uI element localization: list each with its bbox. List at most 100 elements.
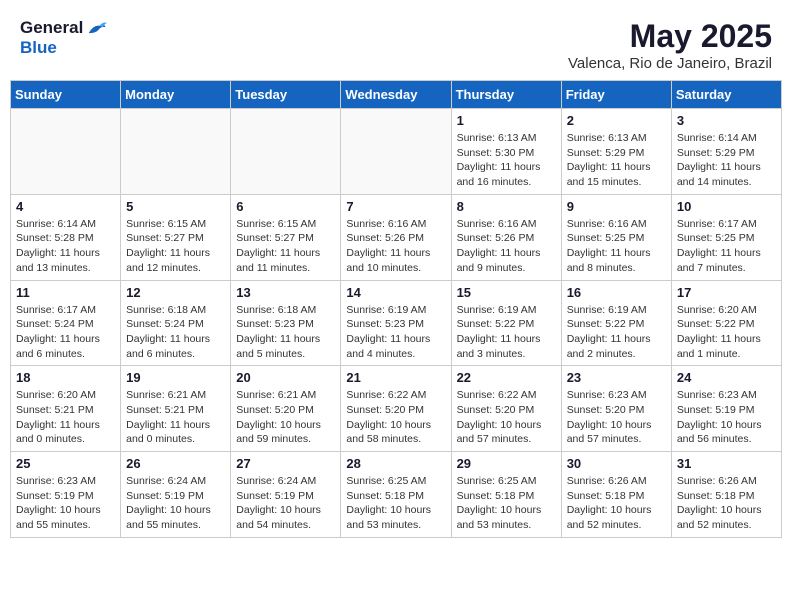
calendar-week-row: 1 Sunrise: 6:13 AM Sunset: 5:30 PM Daylig… [11, 109, 782, 195]
day-info: Sunrise: 6:22 AM Sunset: 5:20 PM Dayligh… [457, 388, 556, 447]
day-number: 7 [346, 199, 445, 214]
day-number: 21 [346, 370, 445, 385]
calendar-cell: 29 Sunrise: 6:25 AM Sunset: 5:18 PM Dayli… [451, 452, 561, 538]
calendar-cell: 5Sunrise: 6:15 AM Sunset: 5:27 PM Daylig… [121, 194, 231, 280]
logo-bird-icon [85, 19, 107, 37]
month-title: May 2025 [568, 18, 772, 55]
calendar-week-row: 11 Sunrise: 6:17 AM Sunset: 5:24 PM Dayli… [11, 280, 782, 366]
logo-general: General [20, 18, 83, 38]
day-info: Sunrise: 6:20 AM Sunset: 5:21 PM Dayligh… [16, 388, 115, 447]
page-header: General Blue May 2025 Valenca, Rio de Ja… [10, 10, 782, 76]
calendar-cell [231, 109, 341, 195]
day-number: 27 [236, 456, 335, 471]
day-info: Sunrise: 6:14 AM Sunset: 5:29 PM Dayligh… [677, 131, 776, 190]
calendar-cell: 4 Sunrise: 6:14 AM Sunset: 5:28 PM Daylig… [11, 194, 121, 280]
day-number: 16 [567, 285, 666, 300]
calendar-cell [121, 109, 231, 195]
day-info: Sunrise: 6:16 AM Sunset: 5:26 PM Dayligh… [346, 217, 445, 276]
day-number: 15 [457, 285, 556, 300]
day-info: Sunrise: 6:23 AM Sunset: 5:19 PM Dayligh… [677, 388, 776, 447]
weekday-header: Friday [561, 81, 671, 109]
day-info: Sunrise: 6:19 AM Sunset: 5:23 PM Dayligh… [346, 303, 445, 362]
weekday-header: Saturday [671, 81, 781, 109]
title-block: May 2025 Valenca, Rio de Janeiro, Brazil [568, 18, 772, 72]
calendar-cell: 24 Sunrise: 6:23 AM Sunset: 5:19 PM Dayli… [671, 366, 781, 452]
calendar-cell: 14 Sunrise: 6:19 AM Sunset: 5:23 PM Dayli… [341, 280, 451, 366]
day-info: Sunrise: 6:24 AM Sunset: 5:19 PM Dayligh… [126, 474, 225, 533]
calendar-cell [341, 109, 451, 195]
day-number: 6 [236, 199, 335, 214]
location: Valenca, Rio de Janeiro, Brazil [568, 55, 772, 72]
logo-blue: Blue [20, 38, 57, 58]
calendar-cell: 1 Sunrise: 6:13 AM Sunset: 5:30 PM Daylig… [451, 109, 561, 195]
day-info: Sunrise: 6:17 AM Sunset: 5:24 PM Dayligh… [16, 303, 115, 362]
calendar-cell: 28 Sunrise: 6:25 AM Sunset: 5:18 PM Dayli… [341, 452, 451, 538]
calendar-cell: 7 Sunrise: 6:16 AM Sunset: 5:26 PM Daylig… [341, 194, 451, 280]
day-number: 25 [16, 456, 115, 471]
day-info: Sunrise: 6:19 AM Sunset: 5:22 PM Dayligh… [457, 303, 556, 362]
day-info: Sunrise: 6:25 AM Sunset: 5:18 PM Dayligh… [346, 474, 445, 533]
calendar-cell: 27Sunrise: 6:24 AM Sunset: 5:19 PM Dayli… [231, 452, 341, 538]
day-number: 2 [567, 113, 666, 128]
day-number: 23 [567, 370, 666, 385]
calendar-cell: 13Sunrise: 6:18 AM Sunset: 5:23 PM Dayli… [231, 280, 341, 366]
calendar-cell: 23 Sunrise: 6:23 AM Sunset: 5:20 PM Dayli… [561, 366, 671, 452]
day-number: 4 [16, 199, 115, 214]
day-number: 20 [236, 370, 335, 385]
day-info: Sunrise: 6:13 AM Sunset: 5:30 PM Dayligh… [457, 131, 556, 190]
day-number: 12 [126, 285, 225, 300]
calendar-cell: 20 Sunrise: 6:21 AM Sunset: 5:20 PM Dayli… [231, 366, 341, 452]
day-info: Sunrise: 6:13 AM Sunset: 5:29 PM Dayligh… [567, 131, 666, 190]
calendar-cell: 10Sunrise: 6:17 AM Sunset: 5:25 PM Dayli… [671, 194, 781, 280]
calendar-cell: 19Sunrise: 6:21 AM Sunset: 5:21 PM Dayli… [121, 366, 231, 452]
day-info: Sunrise: 6:26 AM Sunset: 5:18 PM Dayligh… [677, 474, 776, 533]
day-info: Sunrise: 6:22 AM Sunset: 5:20 PM Dayligh… [346, 388, 445, 447]
day-info: Sunrise: 6:14 AM Sunset: 5:28 PM Dayligh… [16, 217, 115, 276]
day-info: Sunrise: 6:18 AM Sunset: 5:24 PM Dayligh… [126, 303, 225, 362]
calendar-cell: 15 Sunrise: 6:19 AM Sunset: 5:22 PM Dayli… [451, 280, 561, 366]
calendar-week-row: 25Sunrise: 6:23 AM Sunset: 5:19 PM Dayli… [11, 452, 782, 538]
day-info: Sunrise: 6:20 AM Sunset: 5:22 PM Dayligh… [677, 303, 776, 362]
day-number: 3 [677, 113, 776, 128]
day-info: Sunrise: 6:15 AM Sunset: 5:27 PM Dayligh… [236, 217, 335, 276]
day-info: Sunrise: 6:23 AM Sunset: 5:20 PM Dayligh… [567, 388, 666, 447]
calendar-cell: 21 Sunrise: 6:22 AM Sunset: 5:20 PM Dayli… [341, 366, 451, 452]
day-number: 19 [126, 370, 225, 385]
day-number: 24 [677, 370, 776, 385]
calendar-cell: 16 Sunrise: 6:19 AM Sunset: 5:22 PM Dayli… [561, 280, 671, 366]
day-number: 1 [457, 113, 556, 128]
weekday-header: Monday [121, 81, 231, 109]
calendar-table: SundayMondayTuesdayWednesdayThursdayFrid… [10, 80, 782, 538]
day-number: 17 [677, 285, 776, 300]
calendar-cell: 25Sunrise: 6:23 AM Sunset: 5:19 PM Dayli… [11, 452, 121, 538]
weekday-header: Wednesday [341, 81, 451, 109]
calendar-cell: 3 Sunrise: 6:14 AM Sunset: 5:29 PM Daylig… [671, 109, 781, 195]
logo: General Blue [20, 18, 107, 58]
day-info: Sunrise: 6:21 AM Sunset: 5:20 PM Dayligh… [236, 388, 335, 447]
day-number: 28 [346, 456, 445, 471]
calendar-cell [11, 109, 121, 195]
calendar-cell: 11 Sunrise: 6:17 AM Sunset: 5:24 PM Dayli… [11, 280, 121, 366]
day-number: 18 [16, 370, 115, 385]
day-info: Sunrise: 6:19 AM Sunset: 5:22 PM Dayligh… [567, 303, 666, 362]
calendar-cell: 17 Sunrise: 6:20 AM Sunset: 5:22 PM Dayli… [671, 280, 781, 366]
weekday-header: Sunday [11, 81, 121, 109]
weekday-header: Tuesday [231, 81, 341, 109]
day-number: 11 [16, 285, 115, 300]
weekday-header: Thursday [451, 81, 561, 109]
calendar-week-row: 18 Sunrise: 6:20 AM Sunset: 5:21 PM Dayli… [11, 366, 782, 452]
day-number: 14 [346, 285, 445, 300]
day-number: 8 [457, 199, 556, 214]
day-info: Sunrise: 6:15 AM Sunset: 5:27 PM Dayligh… [126, 217, 225, 276]
day-number: 29 [457, 456, 556, 471]
day-info: Sunrise: 6:16 AM Sunset: 5:25 PM Dayligh… [567, 217, 666, 276]
day-info: Sunrise: 6:26 AM Sunset: 5:18 PM Dayligh… [567, 474, 666, 533]
calendar-cell: 26 Sunrise: 6:24 AM Sunset: 5:19 PM Dayli… [121, 452, 231, 538]
weekday-header-row: SundayMondayTuesdayWednesdayThursdayFrid… [11, 81, 782, 109]
day-number: 26 [126, 456, 225, 471]
calendar-cell: 8Sunrise: 6:16 AM Sunset: 5:26 PM Daylig… [451, 194, 561, 280]
day-info: Sunrise: 6:25 AM Sunset: 5:18 PM Dayligh… [457, 474, 556, 533]
calendar-week-row: 4 Sunrise: 6:14 AM Sunset: 5:28 PM Daylig… [11, 194, 782, 280]
day-number: 10 [677, 199, 776, 214]
day-number: 13 [236, 285, 335, 300]
